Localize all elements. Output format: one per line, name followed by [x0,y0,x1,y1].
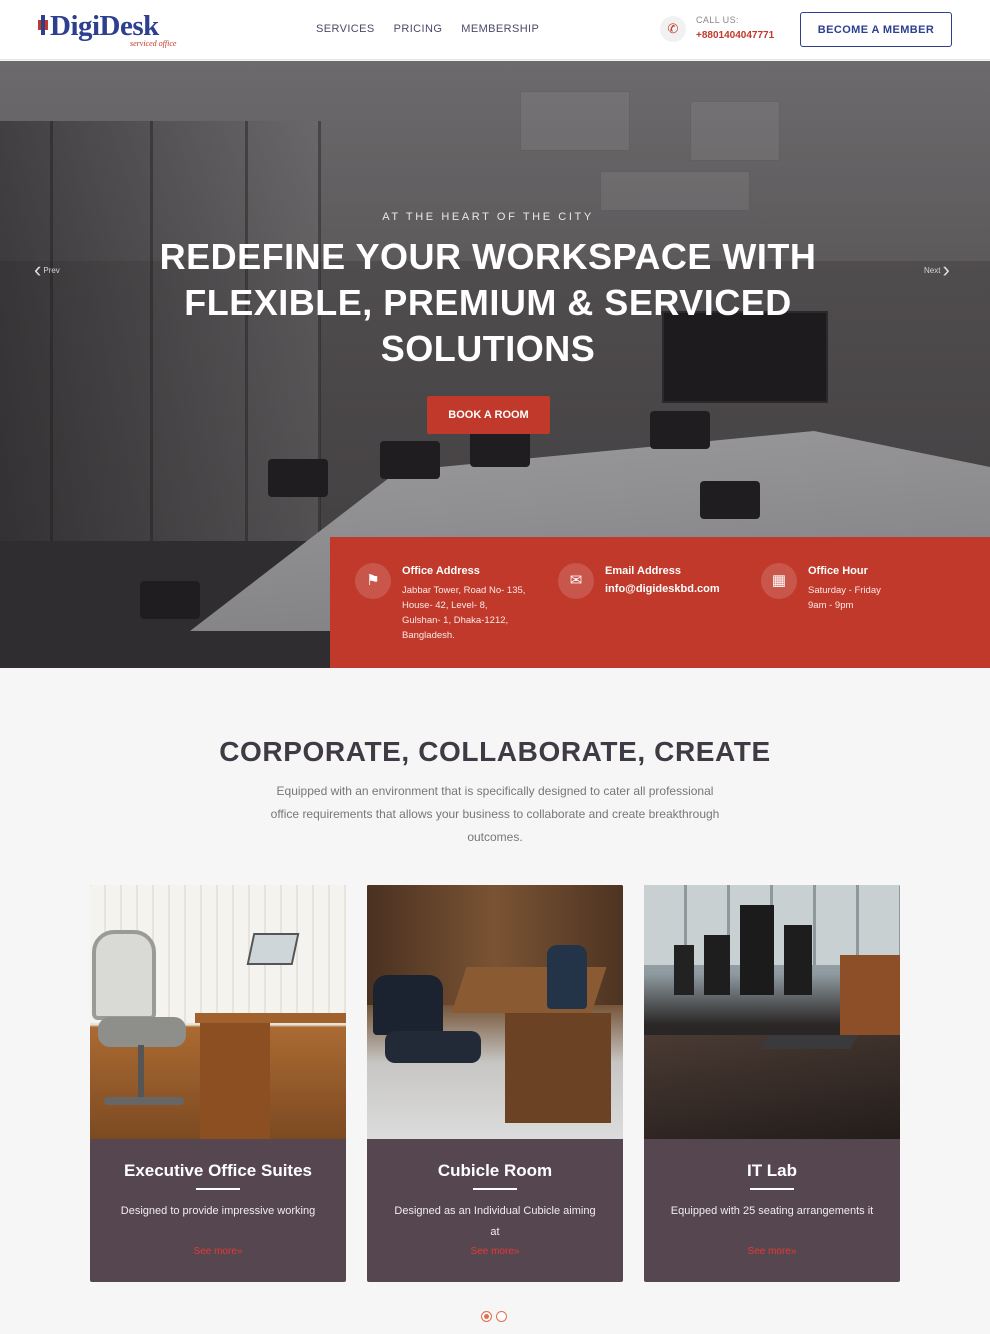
far-chair [547,945,587,1009]
info-email-link[interactable]: info@digideskbd.com [605,583,720,595]
chevron-left-icon: ‹ [34,257,42,282]
card-title: IT Lab [746,1161,798,1180]
service-card-executive[interactable]: Executive Office Suites Designed to prov… [90,885,346,1282]
card-image [644,885,900,1139]
site-header: DigiDesk serviced office SERVICES PRICIN… [0,0,990,60]
desk-side [200,1023,270,1139]
info-address-text: Jabbar Tower, Road No- 135, House- 42, L… [402,585,526,641]
contact-info-bar: ⚑ Office Address Jabbar Tower, Road No- … [330,537,990,668]
hero-eyebrow: AT THE HEART OF THE CITY [382,211,594,223]
chair-stem [138,1045,144,1100]
see-more-link[interactable]: See more» [644,1246,900,1257]
become-member-button[interactable]: BECOME A MEMBER [800,12,952,47]
carousel-dot-2[interactable] [496,1311,507,1322]
slider-next[interactable]: Next › [924,257,950,282]
info-address-title: Office Address [402,565,480,577]
section-description: Equipped with an environment that is spe… [270,784,720,844]
info-email-title: Email Address [605,565,682,577]
slider-next-label: Next [924,265,941,275]
chair-base [104,1097,184,1105]
service-card-cubicle[interactable]: Cubicle Room Designed as an Individual C… [367,885,623,1282]
nav-item-services[interactable]: SERVICES [316,23,375,35]
nav-item-pricing[interactable]: PRICING [394,23,443,35]
info-hours-text: Saturday - Friday 9am - 9pm [808,585,881,611]
card-title: Cubicle Room [437,1161,553,1180]
envelope-icon: ✉ [558,563,594,599]
service-card-it-lab[interactable]: IT Lab Equipped with 25 seating arrangem… [644,885,900,1282]
card-title: Executive Office Suites [123,1161,313,1180]
monitor [674,945,694,995]
info-hours-title: Office Hour [808,565,868,577]
carousel-dots [481,1311,507,1322]
card-description: Designed as an Individual Cubicle aiming… [394,1205,596,1238]
chair-seat [385,1031,481,1063]
desk-top [195,1013,346,1023]
call-label: CALL US: [696,15,739,25]
slider-prev[interactable]: ‹ Prev [34,257,60,282]
call-number[interactable]: +8801404047771 [696,30,774,41]
calendar-icon: ▦ [761,563,797,599]
logo-tagline: serviced office [130,39,177,48]
chair-seat [98,1017,186,1047]
monitor [740,905,774,995]
monitor [784,925,812,995]
monitor [704,935,730,995]
call-us[interactable]: ✆ CALL US: +8801404047771 [660,14,790,46]
hero-headline: REDEFINE YOUR WORKSPACE WITH FLEXIBLE, P… [0,234,976,372]
hero-headline-text: REDEFINE YOUR WORKSPACE WITH FLEXIBLE, P… [159,236,817,369]
chevron-right-icon: › [942,257,950,282]
desk-front [505,1013,611,1123]
section-title: CORPORATE, COLLABORATE, CREATE [219,736,771,767]
office-chair [92,930,156,1020]
card-image [90,885,346,1139]
card-divider [750,1188,794,1190]
logo-mark [38,15,48,35]
lab-desk [644,1035,900,1139]
slider-prev-label: Prev [43,265,60,275]
wood-wall [840,955,900,1035]
laptop [246,933,300,965]
book-room-button[interactable]: BOOK A ROOM [427,396,550,434]
card-image [367,885,623,1139]
main-nav: SERVICES PRICING MEMBERSHIP [316,23,539,35]
see-more-link[interactable]: See more» [90,1246,346,1257]
office-chair [373,975,443,1035]
keyboard [759,1035,859,1049]
carousel-dot-1[interactable] [481,1311,492,1322]
phone-icon: ✆ [660,16,686,42]
card-divider [196,1188,240,1190]
logo[interactable]: DigiDesk serviced office [38,10,188,50]
card-description: Designed to provide impressive working [120,1205,316,1217]
map-icon: ⚑ [355,563,391,599]
nav-item-membership[interactable]: MEMBERSHIP [461,23,539,35]
card-divider [473,1188,517,1190]
see-more-link[interactable]: See more» [367,1246,623,1257]
card-description: Equipped with 25 seating arrangements it [670,1205,874,1217]
hero-slider: AT THE HEART OF THE CITY REDEFINE YOUR W… [0,61,990,668]
